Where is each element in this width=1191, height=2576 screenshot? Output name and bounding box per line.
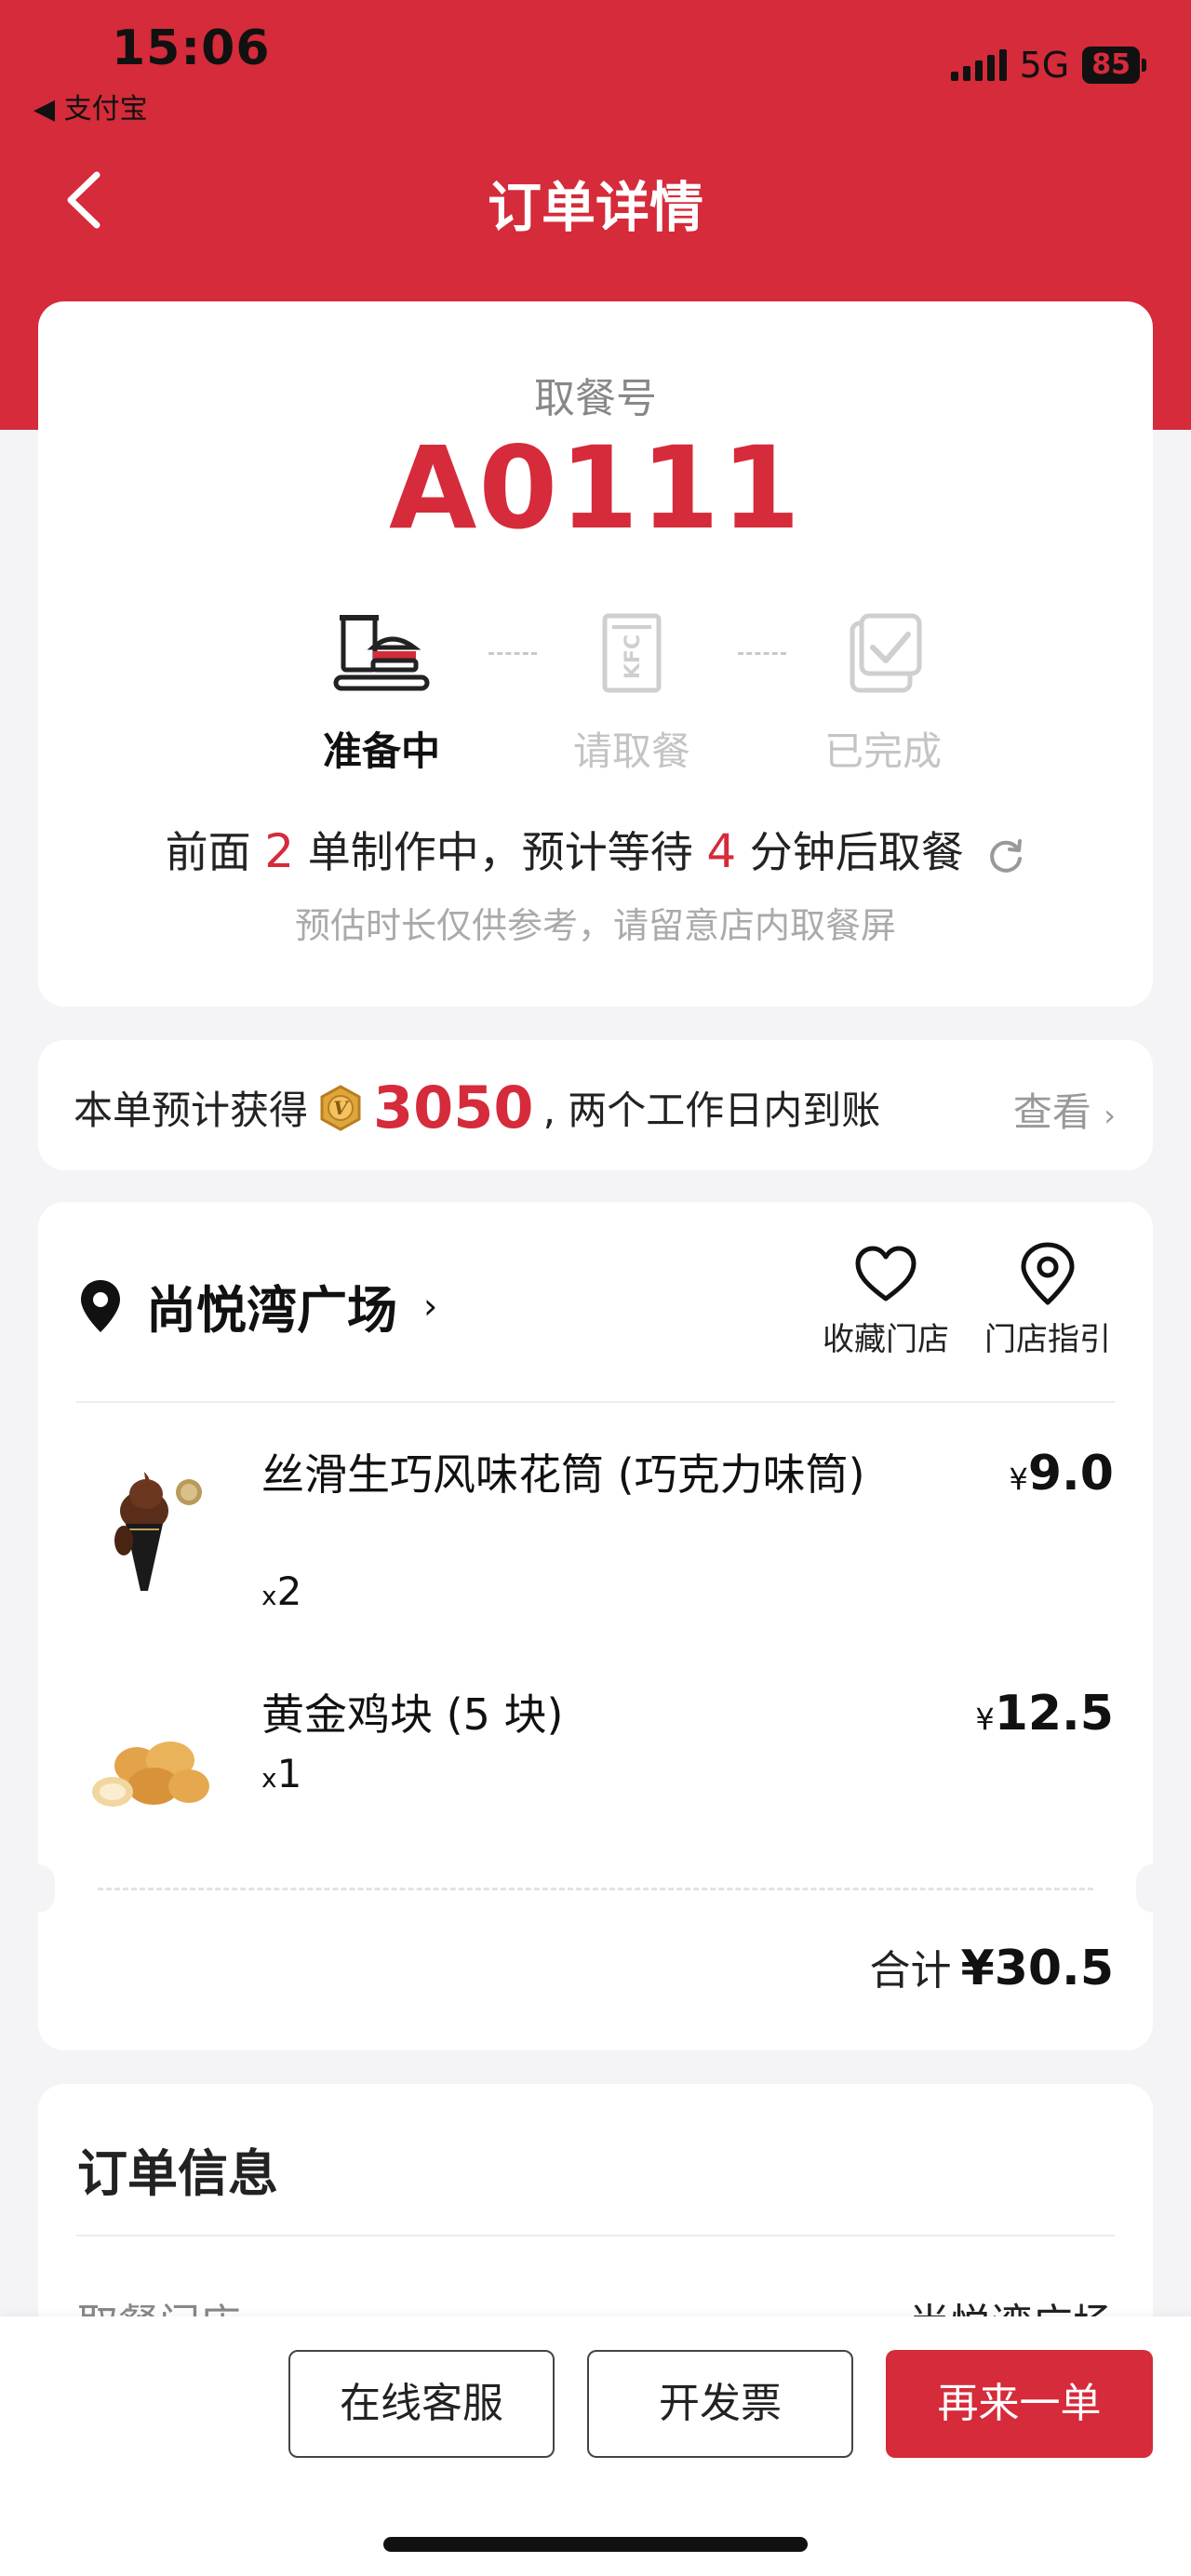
order-items-card: 尚悦湾广场 › 收藏门店 门店指引 丝滑生巧风味花筒 (巧克力味筒) x2 ¥9… — [21, 1202, 1170, 2050]
back-to-app-link[interactable]: ◀ 支付宝 — [33, 86, 148, 127]
favorite-store-label: 收藏门店 — [823, 1321, 949, 1358]
ticket-notch — [21, 1864, 55, 1913]
map-pin-icon — [1021, 1242, 1075, 1305]
pickup-number: A0111 — [389, 422, 802, 554]
progress-steps: 准备中 KFC 请取餐 已完成 — [38, 610, 1153, 774]
page-title: 订单详情 — [487, 176, 703, 239]
battery-level: 85 — [1082, 47, 1140, 84]
network-label: 5G — [1019, 45, 1070, 86]
check-bag-icon — [850, 613, 922, 693]
ice-cream-cone-image — [114, 1472, 202, 1591]
burger-tray-icon — [333, 615, 430, 691]
item-quantity: x1 — [261, 1751, 301, 1796]
dashed-divider — [98, 1888, 1093, 1890]
step-ready: KFC 请取餐 — [539, 610, 725, 777]
qty-prefix: x — [261, 1581, 277, 1611]
v-coin-icon: V — [320, 1084, 361, 1131]
points-info: 本单预计获得 V 3050 , 两个工作日内到账 — [74, 1074, 880, 1141]
step-label: 请取餐 — [572, 728, 690, 774]
svg-text:V: V — [333, 1097, 350, 1119]
step-label: 已完成 — [823, 728, 942, 774]
location-pin-icon — [81, 1280, 120, 1332]
chevron-right-icon: › — [1104, 1098, 1116, 1133]
wait-suffix: 分钟后取餐 — [749, 827, 964, 877]
signal-icon — [950, 49, 1007, 81]
wait-minutes: 4 — [706, 824, 737, 878]
price-value: 12.5 — [994, 1686, 1114, 1742]
home-indicator[interactable] — [383, 2537, 808, 2552]
wait-note: 预估时长仅供参考，请留意店内取餐屏 — [294, 905, 896, 946]
item-price: ¥9.0 — [1010, 1446, 1114, 1502]
points-suffix: , 两个工作日内到账 — [542, 1088, 881, 1133]
wait-middle: 单制作中，预计等待 — [307, 827, 693, 877]
store-guide-button[interactable]: 门店指引 — [978, 1241, 1117, 1359]
currency-symbol: ¥ — [975, 1702, 995, 1737]
qty-prefix: x — [261, 1763, 277, 1794]
invoice-button[interactable]: 开发票 — [587, 2350, 853, 2458]
heart-icon — [855, 1246, 917, 1301]
battery-icon: 85 — [1082, 47, 1146, 84]
item-quantity: x2 — [261, 1568, 301, 1614]
step-connector — [488, 652, 537, 655]
chicken-nuggets-image — [92, 1742, 209, 1807]
store-name[interactable]: 尚悦湾广场 — [146, 1269, 397, 1342]
status-indicators: 5G 85 — [950, 45, 1146, 86]
qty-value: 2 — [276, 1568, 302, 1614]
pickup-label: 取餐号 — [534, 375, 657, 422]
wait-estimate: 前面 2 单制作中，预计等待 4 分钟后取餐 — [38, 819, 1153, 880]
step-preparing: 准备中 — [288, 610, 475, 777]
store-guide-label: 门店指引 — [984, 1321, 1111, 1358]
points-card[interactable]: 本单预计获得 V 3050 , 两个工作日内到账 查看 › — [38, 1040, 1153, 1170]
pickup-card: 取餐号 A0111 准备中 KFC 请取餐 已完成 前面 2 单制作中，预计等待… — [38, 301, 1153, 1007]
refresh-icon[interactable] — [986, 836, 1025, 875]
reorder-button[interactable]: 再来一单 — [886, 2350, 1153, 2458]
item-price: ¥12.5 — [975, 1686, 1114, 1742]
order-info-title: 订单信息 — [77, 2144, 278, 2203]
points-amount: 3050 — [373, 1074, 534, 1141]
currency-symbol: ¥ — [1009, 1462, 1028, 1497]
total-label: 合计 — [869, 1947, 952, 1995]
chevron-right-icon[interactable]: › — [423, 1286, 437, 1327]
online-service-button[interactable]: 在线客服 — [288, 2350, 555, 2458]
price-value: 9.0 — [1027, 1446, 1114, 1502]
item-name: 黄金鸡块 (5 块) — [261, 1689, 564, 1740]
kfc-bag-icon: KFC — [602, 613, 662, 693]
points-prefix: 本单预计获得 — [74, 1088, 309, 1133]
total-amount: ¥30.5 — [960, 1941, 1114, 1996]
step-label: 准备中 — [322, 728, 440, 774]
divider — [76, 1401, 1115, 1403]
order-total: 合计 ¥30.5 — [870, 1937, 1114, 1996]
orders-ahead: 2 — [264, 824, 295, 878]
ticket-notch — [1136, 1864, 1170, 1913]
favorite-store-button[interactable]: 收藏门店 — [816, 1241, 956, 1359]
divider — [76, 2235, 1115, 2236]
view-points-link[interactable]: 查看 › — [1013, 1081, 1116, 1138]
item-name: 丝滑生巧风味花筒 (巧克力味筒) — [261, 1449, 865, 1500]
step-connector — [738, 652, 786, 655]
status-time: 15:06 — [112, 20, 271, 76]
view-label: 查看 — [1012, 1089, 1091, 1135]
qty-value: 1 — [276, 1751, 302, 1796]
svg-text:KFC: KFC — [622, 634, 645, 679]
wait-prefix: 前面 — [165, 827, 251, 877]
step-completed: 已完成 — [790, 610, 976, 777]
